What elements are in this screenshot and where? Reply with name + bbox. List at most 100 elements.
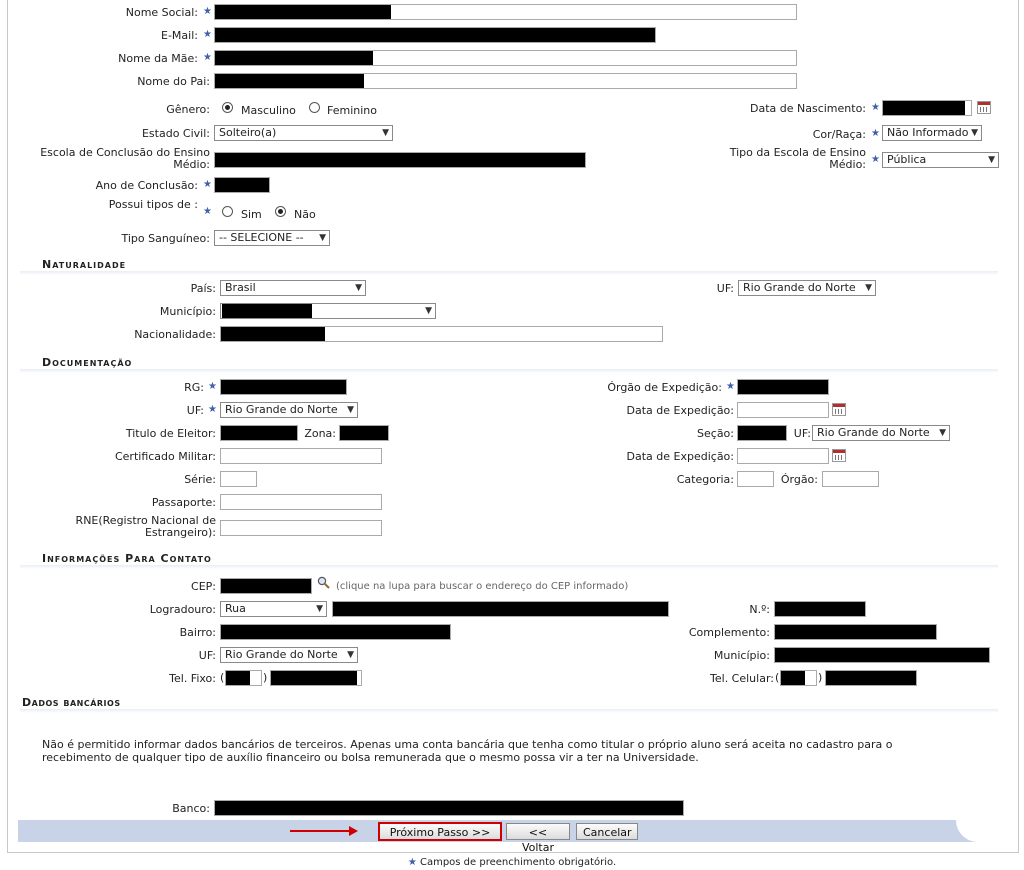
titulo-eleitor-input[interactable] bbox=[220, 425, 298, 441]
cep-hint: (clique na lupa para buscar o endereço d… bbox=[336, 581, 629, 592]
uf-contato-select[interactable]: Rio Grande do Norte ▼ bbox=[220, 647, 358, 663]
tipo-sanguineo-select[interactable]: -- SELECIONE -- ▼ bbox=[214, 230, 330, 246]
label-bairro: Bairro: bbox=[179, 626, 216, 639]
label-ano-conclusao: Ano de Conclusão: bbox=[95, 179, 198, 192]
calendar-icon[interactable] bbox=[832, 449, 846, 462]
label-estado-civil: Estado Civil: bbox=[141, 127, 210, 140]
label-certificado-militar: Certificado Militar: bbox=[114, 450, 216, 463]
uf-secao-select[interactable]: Rio Grande do Norte ▼ bbox=[812, 425, 950, 441]
logradouro-value: Rua bbox=[225, 602, 246, 615]
banco-input[interactable] bbox=[214, 800, 684, 816]
nome-pai-input[interactable] bbox=[214, 73, 797, 89]
label-numero: N.º: bbox=[749, 603, 770, 616]
ano-conclusao-input[interactable] bbox=[214, 177, 270, 193]
chevron-down-icon: ▼ bbox=[939, 428, 946, 438]
cep-input[interactable] bbox=[220, 578, 312, 594]
tel-fixo-ddd-input[interactable] bbox=[225, 670, 262, 686]
label-secao: Seção: bbox=[697, 427, 734, 440]
label-logradouro: Logradouro: bbox=[149, 603, 216, 616]
nome-social-input[interactable] bbox=[214, 4, 797, 20]
tipo-sanguineo-value: -- SELECIONE -- bbox=[219, 231, 304, 244]
radio-sim[interactable] bbox=[222, 206, 233, 217]
escola-conclusao-input[interactable] bbox=[214, 152, 586, 168]
logradouro-select[interactable]: Rua ▼ bbox=[220, 601, 327, 617]
secao-input[interactable] bbox=[737, 425, 787, 441]
radio-masculino[interactable] bbox=[222, 102, 233, 113]
certificado-militar-input[interactable] bbox=[220, 448, 382, 464]
label-possui-tipos: Possui tipos de : bbox=[108, 198, 198, 211]
required-star-icon: ★ bbox=[203, 6, 212, 17]
tipo-escola-select[interactable]: Pública ▼ bbox=[882, 152, 999, 168]
data-expedicao-input[interactable] bbox=[737, 402, 829, 418]
label-nacionalidade: Nacionalidade: bbox=[134, 328, 216, 341]
data-nascimento-input[interactable] bbox=[882, 100, 972, 116]
municipio-select[interactable]: ▼ bbox=[220, 303, 436, 319]
cor-raca-value: Não Informado bbox=[887, 126, 969, 139]
label-passaporte: Passaporte: bbox=[151, 496, 216, 509]
cor-raca-select[interactable]: Não Informado ▼ bbox=[882, 125, 982, 141]
tel-celular-input[interactable] bbox=[825, 670, 917, 686]
orgao-input[interactable] bbox=[822, 471, 879, 487]
required-star-icon: ★ bbox=[871, 154, 880, 165]
chevron-down-icon: ▼ bbox=[347, 650, 354, 660]
passaporte-input[interactable] bbox=[220, 494, 382, 510]
numero-input[interactable] bbox=[774, 601, 866, 617]
label-complemento: Complemento: bbox=[688, 626, 770, 639]
chevron-down-icon: ▼ bbox=[319, 233, 326, 243]
footnote-text: Campos de preenchimento obrigatório. bbox=[419, 857, 617, 868]
zona-input[interactable] bbox=[339, 425, 389, 441]
required-star-icon: ★ bbox=[871, 102, 880, 113]
calendar-icon[interactable] bbox=[832, 403, 846, 416]
required-star-icon: ★ bbox=[203, 179, 212, 190]
serie-input[interactable] bbox=[220, 471, 257, 487]
label-uf-naturalidade: UF: bbox=[716, 282, 734, 295]
uf-naturalidade-select[interactable]: Rio Grande do Norte ▼ bbox=[738, 280, 876, 296]
cancel-button[interactable]: Cancelar bbox=[576, 823, 638, 840]
tel-celular-ddd-input[interactable] bbox=[780, 670, 817, 686]
chevron-down-icon: ▼ bbox=[988, 155, 995, 165]
label-nome-social: Nome Social: bbox=[125, 6, 198, 19]
chevron-down-icon: ▼ bbox=[865, 283, 872, 293]
section-title: Documentação bbox=[42, 356, 133, 369]
section-contato: Informações Para Contato bbox=[20, 550, 998, 569]
calendar-icon[interactable] bbox=[977, 101, 991, 114]
label-rg: RG: bbox=[184, 381, 204, 394]
required-star-icon: ★ bbox=[203, 29, 212, 40]
back-button[interactable]: << Voltar bbox=[506, 823, 570, 854]
label-escola-conclusao: Escola de Conclusão do Ensino Médio: bbox=[40, 146, 210, 171]
required-footnote: ★ Campos de preenchimento obrigatório. bbox=[0, 857, 1024, 868]
rne-input[interactable] bbox=[220, 520, 382, 536]
municipio-contato-input[interactable] bbox=[774, 647, 990, 663]
categoria-input[interactable] bbox=[737, 471, 774, 487]
rg-input[interactable] bbox=[220, 379, 347, 395]
radio-feminino[interactable] bbox=[309, 102, 320, 113]
tel-fixo-input[interactable] bbox=[270, 670, 362, 686]
magnifier-icon[interactable] bbox=[317, 576, 330, 589]
logradouro-input[interactable] bbox=[332, 601, 669, 617]
orgao-expedicao-input[interactable] bbox=[737, 379, 829, 395]
label-masculino: Masculino bbox=[241, 104, 296, 117]
label-serie: Série: bbox=[184, 473, 216, 486]
next-step-button[interactable]: Próximo Passo >> bbox=[378, 822, 502, 841]
required-star-icon: ★ bbox=[203, 206, 212, 217]
complemento-input[interactable] bbox=[774, 624, 937, 640]
email-input[interactable] bbox=[214, 27, 656, 43]
paren-close: ) bbox=[818, 671, 823, 684]
uf-doc-select[interactable]: Rio Grande do Norte ▼ bbox=[220, 402, 358, 418]
label-cor-raca: Cor/Raça: bbox=[812, 128, 866, 141]
label-municipio: Município: bbox=[159, 305, 216, 318]
required-star-icon: ★ bbox=[407, 857, 417, 868]
pais-value: Brasil bbox=[225, 281, 256, 294]
nome-mae-input[interactable] bbox=[214, 50, 797, 66]
estado-civil-select[interactable]: Solteiro(a) ▼ bbox=[214, 125, 393, 141]
label-rne: RNE(Registro Nacional de Estrangeiro): bbox=[75, 514, 216, 539]
bairro-input[interactable] bbox=[220, 624, 451, 640]
nacionalidade-input[interactable] bbox=[220, 326, 663, 342]
label-genero: Gênero: bbox=[166, 103, 210, 116]
pais-select[interactable]: Brasil ▼ bbox=[220, 280, 366, 296]
data-expedicao-2-input[interactable] bbox=[737, 448, 829, 464]
label-data-expedicao: Data de Expedição: bbox=[626, 404, 734, 417]
section-documentacao: Documentação bbox=[20, 354, 998, 373]
chevron-down-icon: ▼ bbox=[316, 604, 323, 614]
radio-nao[interactable] bbox=[275, 206, 286, 217]
